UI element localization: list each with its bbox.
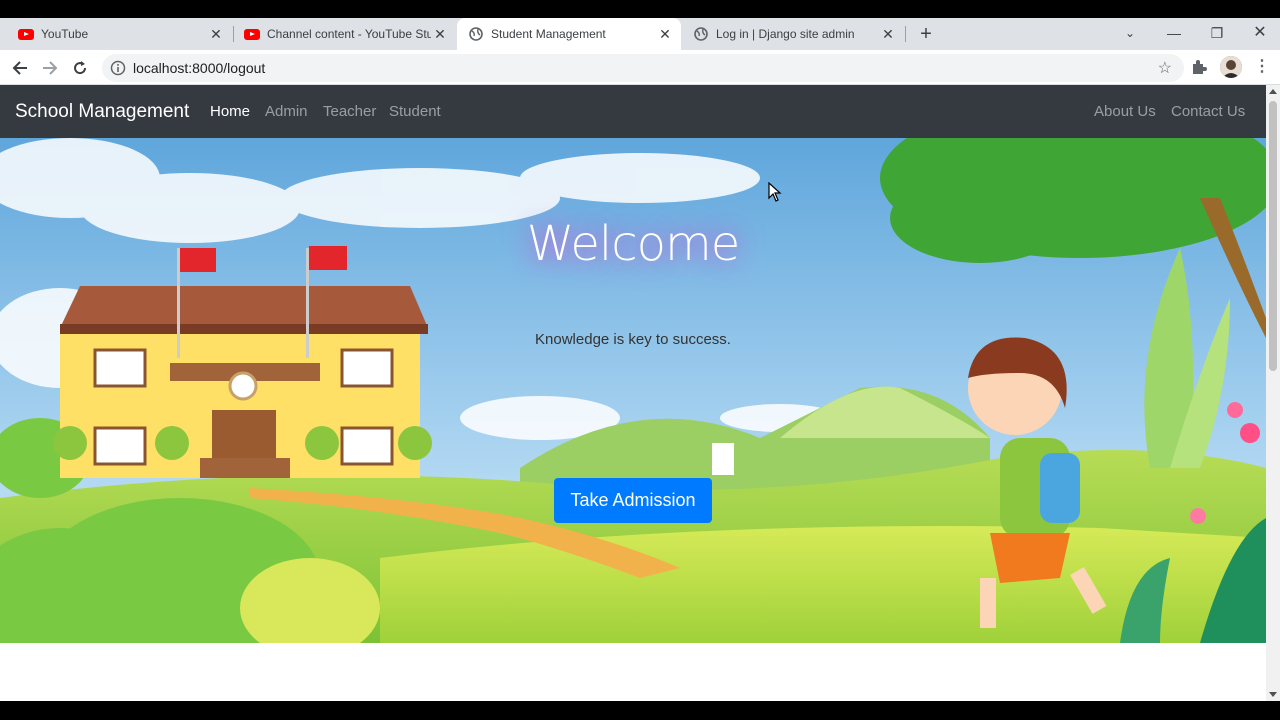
tab-title: Channel content - YouTube Studi <box>267 27 431 41</box>
close-icon[interactable]: ✕ <box>657 26 673 42</box>
address-bar[interactable]: localhost:8000/logout ☆ <box>102 54 1184 82</box>
extensions-puzzle-icon[interactable] <box>1190 58 1210 78</box>
tab-divider <box>905 26 906 42</box>
browser-toolbar: localhost:8000/logout ☆ ⋮ <box>0 50 1280 85</box>
nav-student[interactable]: Student <box>389 103 441 120</box>
minimize-icon[interactable]: — <box>1154 18 1194 48</box>
bookmark-star-icon[interactable]: ☆ <box>1158 58 1172 78</box>
tab-channel-content[interactable]: Channel content - YouTube Studi ✕ <box>234 18 456 50</box>
close-window-icon[interactable]: ✕ <box>1240 18 1280 48</box>
forward-icon[interactable] <box>37 55 63 81</box>
reload-icon[interactable] <box>67 55 93 81</box>
close-icon[interactable]: ✕ <box>208 26 224 42</box>
profile-avatar[interactable] <box>1220 56 1242 78</box>
youtube-icon <box>244 26 260 42</box>
site-navbar: School Management Home Admin Teacher Stu… <box>0 85 1266 138</box>
navbar-brand[interactable]: School Management <box>15 101 189 123</box>
scroll-up-arrow-icon[interactable] <box>1269 89 1277 94</box>
close-icon[interactable]: ✕ <box>880 26 896 42</box>
scroll-down-arrow-icon[interactable] <box>1269 692 1277 697</box>
tab-student-management[interactable]: Student Management ✕ <box>457 18 681 50</box>
tab-search-icon[interactable]: ⌄ <box>1110 18 1150 48</box>
close-icon[interactable]: ✕ <box>432 26 448 42</box>
page-scrollbar[interactable] <box>1266 85 1280 701</box>
url-text: localhost:8000/logout <box>133 60 266 76</box>
back-icon[interactable] <box>7 55 33 81</box>
info-icon[interactable] <box>110 60 126 76</box>
nav-contact-us[interactable]: Contact Us <box>1171 103 1245 120</box>
hero-tagline: Knowledge is key to success. <box>535 331 731 348</box>
mouse-cursor-icon <box>768 182 782 202</box>
nav-admin[interactable]: Admin <box>265 103 308 120</box>
hero-illustration <box>0 138 1266 643</box>
more-menu-icon[interactable]: ⋮ <box>1254 57 1270 77</box>
tab-youtube[interactable]: YouTube ✕ <box>0 18 232 50</box>
new-tab-button[interactable]: + <box>914 24 938 44</box>
tab-strip: YouTube ✕ Channel content - YouTube Stud… <box>0 18 1280 50</box>
nav-about-us[interactable]: About Us <box>1094 103 1156 120</box>
nav-teacher[interactable]: Teacher <box>323 103 376 120</box>
youtube-icon <box>18 26 34 42</box>
tab-title: Log in | Django site admin <box>716 27 855 41</box>
browser-window: YouTube ✕ Channel content - YouTube Stud… <box>0 0 1280 720</box>
hero-heading: Welcome <box>526 216 741 272</box>
tab-title: YouTube <box>41 27 89 41</box>
globe-icon <box>468 26 484 42</box>
globe-icon <box>693 26 709 42</box>
take-admission-button[interactable]: Take Admission <box>554 478 712 523</box>
tab-title: Student Management <box>491 27 606 41</box>
scrollbar-thumb[interactable] <box>1269 101 1277 371</box>
hero-banner: Welcome Knowledge is key to success. Tak… <box>0 138 1266 643</box>
restore-icon[interactable]: ❐ <box>1197 18 1237 48</box>
tab-django-admin[interactable]: Log in | Django site admin ✕ <box>682 18 904 50</box>
page-viewport: School Management Home Admin Teacher Stu… <box>0 85 1266 701</box>
nav-home[interactable]: Home <box>210 103 250 120</box>
